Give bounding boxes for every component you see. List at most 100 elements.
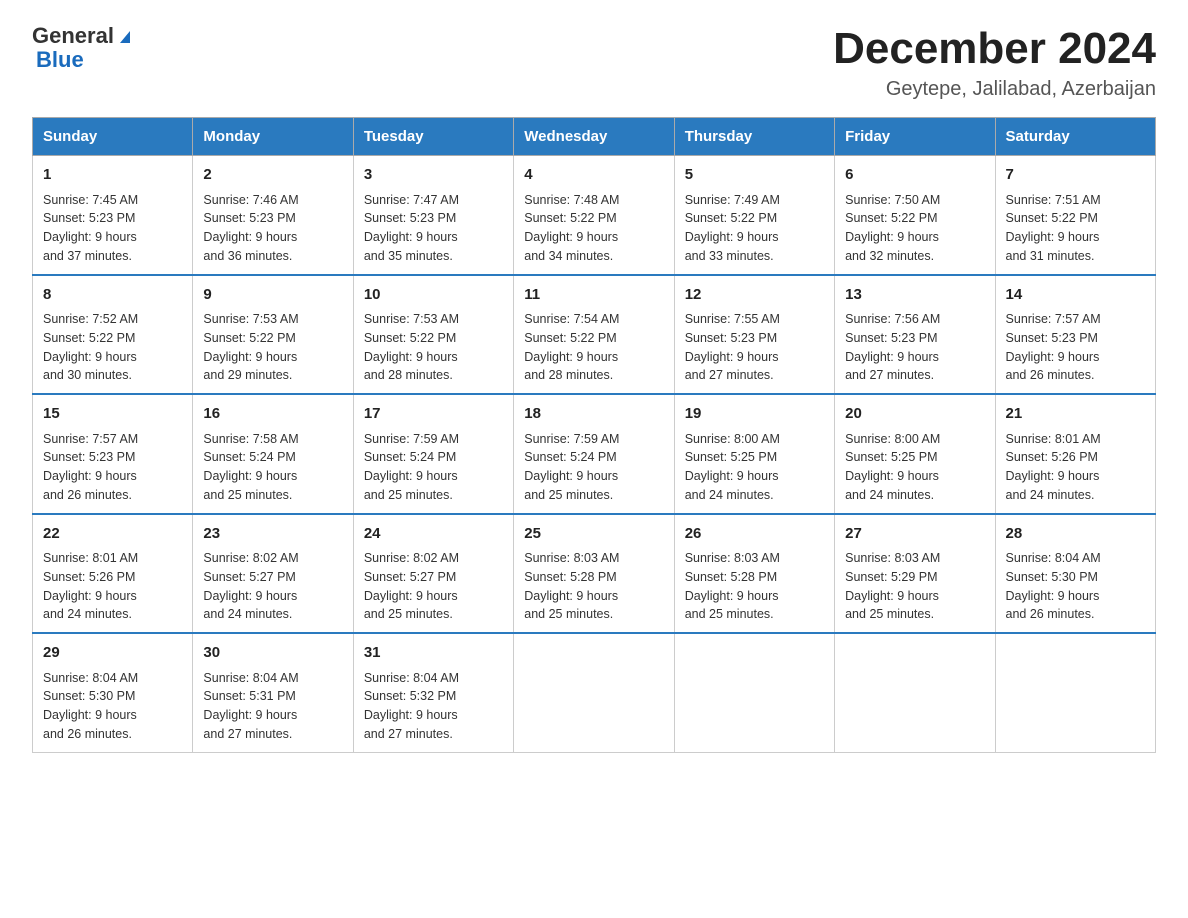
day-info: Sunrise: 7:52 AMSunset: 5:22 PMDaylight:…: [43, 310, 182, 385]
table-row: 17 Sunrise: 7:59 AMSunset: 5:24 PMDaylig…: [353, 394, 513, 514]
table-row: 8 Sunrise: 7:52 AMSunset: 5:22 PMDayligh…: [33, 275, 193, 395]
day-number: 5: [685, 164, 824, 187]
day-info: Sunrise: 8:00 AMSunset: 5:25 PMDaylight:…: [845, 430, 984, 505]
table-row: 16 Sunrise: 7:58 AMSunset: 5:24 PMDaylig…: [193, 394, 353, 514]
day-info: Sunrise: 8:03 AMSunset: 5:28 PMDaylight:…: [524, 549, 663, 624]
table-row: 13 Sunrise: 7:56 AMSunset: 5:23 PMDaylig…: [835, 275, 995, 395]
day-info: Sunrise: 7:45 AMSunset: 5:23 PMDaylight:…: [43, 191, 182, 266]
day-info: Sunrise: 8:03 AMSunset: 5:29 PMDaylight:…: [845, 549, 984, 624]
table-row: 7 Sunrise: 7:51 AMSunset: 5:22 PMDayligh…: [995, 156, 1155, 275]
day-number: 20: [845, 403, 984, 426]
day-info: Sunrise: 8:02 AMSunset: 5:27 PMDaylight:…: [364, 549, 503, 624]
col-thursday: Thursday: [674, 118, 834, 156]
day-number: 18: [524, 403, 663, 426]
day-info: Sunrise: 7:58 AMSunset: 5:24 PMDaylight:…: [203, 430, 342, 505]
day-info: Sunrise: 7:56 AMSunset: 5:23 PMDaylight:…: [845, 310, 984, 385]
day-info: Sunrise: 7:57 AMSunset: 5:23 PMDaylight:…: [1006, 310, 1145, 385]
day-number: 30: [203, 642, 342, 665]
day-info: Sunrise: 7:51 AMSunset: 5:22 PMDaylight:…: [1006, 191, 1145, 266]
calendar-week-row: 1 Sunrise: 7:45 AMSunset: 5:23 PMDayligh…: [33, 156, 1156, 275]
day-number: 17: [364, 403, 503, 426]
day-info: Sunrise: 8:04 AMSunset: 5:32 PMDaylight:…: [364, 669, 503, 744]
col-sunday: Sunday: [33, 118, 193, 156]
table-row: 18 Sunrise: 7:59 AMSunset: 5:24 PMDaylig…: [514, 394, 674, 514]
table-row: 4 Sunrise: 7:48 AMSunset: 5:22 PMDayligh…: [514, 156, 674, 275]
table-row: [835, 633, 995, 752]
logo: General Blue: [32, 24, 134, 72]
day-number: 15: [43, 403, 182, 426]
day-info: Sunrise: 8:04 AMSunset: 5:30 PMDaylight:…: [43, 669, 182, 744]
table-row: 30 Sunrise: 8:04 AMSunset: 5:31 PMDaylig…: [193, 633, 353, 752]
table-row: 25 Sunrise: 8:03 AMSunset: 5:28 PMDaylig…: [514, 514, 674, 634]
day-number: 14: [1006, 284, 1145, 307]
table-row: 31 Sunrise: 8:04 AMSunset: 5:32 PMDaylig…: [353, 633, 513, 752]
day-info: Sunrise: 8:04 AMSunset: 5:31 PMDaylight:…: [203, 669, 342, 744]
day-number: 31: [364, 642, 503, 665]
day-number: 29: [43, 642, 182, 665]
table-row: 6 Sunrise: 7:50 AMSunset: 5:22 PMDayligh…: [835, 156, 995, 275]
day-number: 3: [364, 164, 503, 187]
day-info: Sunrise: 7:48 AMSunset: 5:22 PMDaylight:…: [524, 191, 663, 266]
page-header: General Blue December 2024 Geytepe, Jali…: [32, 24, 1156, 101]
table-row: 14 Sunrise: 7:57 AMSunset: 5:23 PMDaylig…: [995, 275, 1155, 395]
day-info: Sunrise: 7:46 AMSunset: 5:23 PMDaylight:…: [203, 191, 342, 266]
col-friday: Friday: [835, 118, 995, 156]
title-block: December 2024 Geytepe, Jalilabad, Azerba…: [833, 24, 1156, 101]
calendar-week-row: 22 Sunrise: 8:01 AMSunset: 5:26 PMDaylig…: [33, 514, 1156, 634]
day-info: Sunrise: 7:53 AMSunset: 5:22 PMDaylight:…: [203, 310, 342, 385]
col-wednesday: Wednesday: [514, 118, 674, 156]
table-row: 20 Sunrise: 8:00 AMSunset: 5:25 PMDaylig…: [835, 394, 995, 514]
col-saturday: Saturday: [995, 118, 1155, 156]
table-row: 9 Sunrise: 7:53 AMSunset: 5:22 PMDayligh…: [193, 275, 353, 395]
day-number: 16: [203, 403, 342, 426]
table-row: 19 Sunrise: 8:00 AMSunset: 5:25 PMDaylig…: [674, 394, 834, 514]
day-number: 13: [845, 284, 984, 307]
table-row: 1 Sunrise: 7:45 AMSunset: 5:23 PMDayligh…: [33, 156, 193, 275]
day-info: Sunrise: 7:49 AMSunset: 5:22 PMDaylight:…: [685, 191, 824, 266]
table-row: 22 Sunrise: 8:01 AMSunset: 5:26 PMDaylig…: [33, 514, 193, 634]
table-row: 2 Sunrise: 7:46 AMSunset: 5:23 PMDayligh…: [193, 156, 353, 275]
table-row: 26 Sunrise: 8:03 AMSunset: 5:28 PMDaylig…: [674, 514, 834, 634]
day-info: Sunrise: 7:59 AMSunset: 5:24 PMDaylight:…: [364, 430, 503, 505]
table-row: 21 Sunrise: 8:01 AMSunset: 5:26 PMDaylig…: [995, 394, 1155, 514]
location-subtitle: Geytepe, Jalilabad, Azerbaijan: [833, 78, 1156, 101]
day-number: 4: [524, 164, 663, 187]
table-row: [995, 633, 1155, 752]
day-number: 24: [364, 523, 503, 546]
logo-blue-text: Blue: [32, 48, 134, 72]
logo-triangle-icon: [116, 27, 134, 45]
table-row: [674, 633, 834, 752]
table-row: 15 Sunrise: 7:57 AMSunset: 5:23 PMDaylig…: [33, 394, 193, 514]
col-tuesday: Tuesday: [353, 118, 513, 156]
day-info: Sunrise: 7:47 AMSunset: 5:23 PMDaylight:…: [364, 191, 503, 266]
day-info: Sunrise: 8:01 AMSunset: 5:26 PMDaylight:…: [43, 549, 182, 624]
table-row: [514, 633, 674, 752]
calendar-week-row: 15 Sunrise: 7:57 AMSunset: 5:23 PMDaylig…: [33, 394, 1156, 514]
day-number: 23: [203, 523, 342, 546]
day-number: 27: [845, 523, 984, 546]
calendar-week-row: 8 Sunrise: 7:52 AMSunset: 5:22 PMDayligh…: [33, 275, 1156, 395]
day-info: Sunrise: 7:54 AMSunset: 5:22 PMDaylight:…: [524, 310, 663, 385]
month-title: December 2024: [833, 24, 1156, 74]
day-number: 11: [524, 284, 663, 307]
col-monday: Monday: [193, 118, 353, 156]
day-number: 26: [685, 523, 824, 546]
table-row: 12 Sunrise: 7:55 AMSunset: 5:23 PMDaylig…: [674, 275, 834, 395]
day-info: Sunrise: 8:02 AMSunset: 5:27 PMDaylight:…: [203, 549, 342, 624]
day-number: 28: [1006, 523, 1145, 546]
day-number: 7: [1006, 164, 1145, 187]
day-info: Sunrise: 7:50 AMSunset: 5:22 PMDaylight:…: [845, 191, 984, 266]
calendar-week-row: 29 Sunrise: 8:04 AMSunset: 5:30 PMDaylig…: [33, 633, 1156, 752]
day-number: 12: [685, 284, 824, 307]
day-number: 25: [524, 523, 663, 546]
day-number: 6: [845, 164, 984, 187]
day-info: Sunrise: 8:00 AMSunset: 5:25 PMDaylight:…: [685, 430, 824, 505]
day-number: 19: [685, 403, 824, 426]
day-number: 1: [43, 164, 182, 187]
day-info: Sunrise: 7:53 AMSunset: 5:22 PMDaylight:…: [364, 310, 503, 385]
table-row: 23 Sunrise: 8:02 AMSunset: 5:27 PMDaylig…: [193, 514, 353, 634]
table-row: 24 Sunrise: 8:02 AMSunset: 5:27 PMDaylig…: [353, 514, 513, 634]
calendar-header-row: Sunday Monday Tuesday Wednesday Thursday…: [33, 118, 1156, 156]
table-row: 29 Sunrise: 8:04 AMSunset: 5:30 PMDaylig…: [33, 633, 193, 752]
table-row: 3 Sunrise: 7:47 AMSunset: 5:23 PMDayligh…: [353, 156, 513, 275]
